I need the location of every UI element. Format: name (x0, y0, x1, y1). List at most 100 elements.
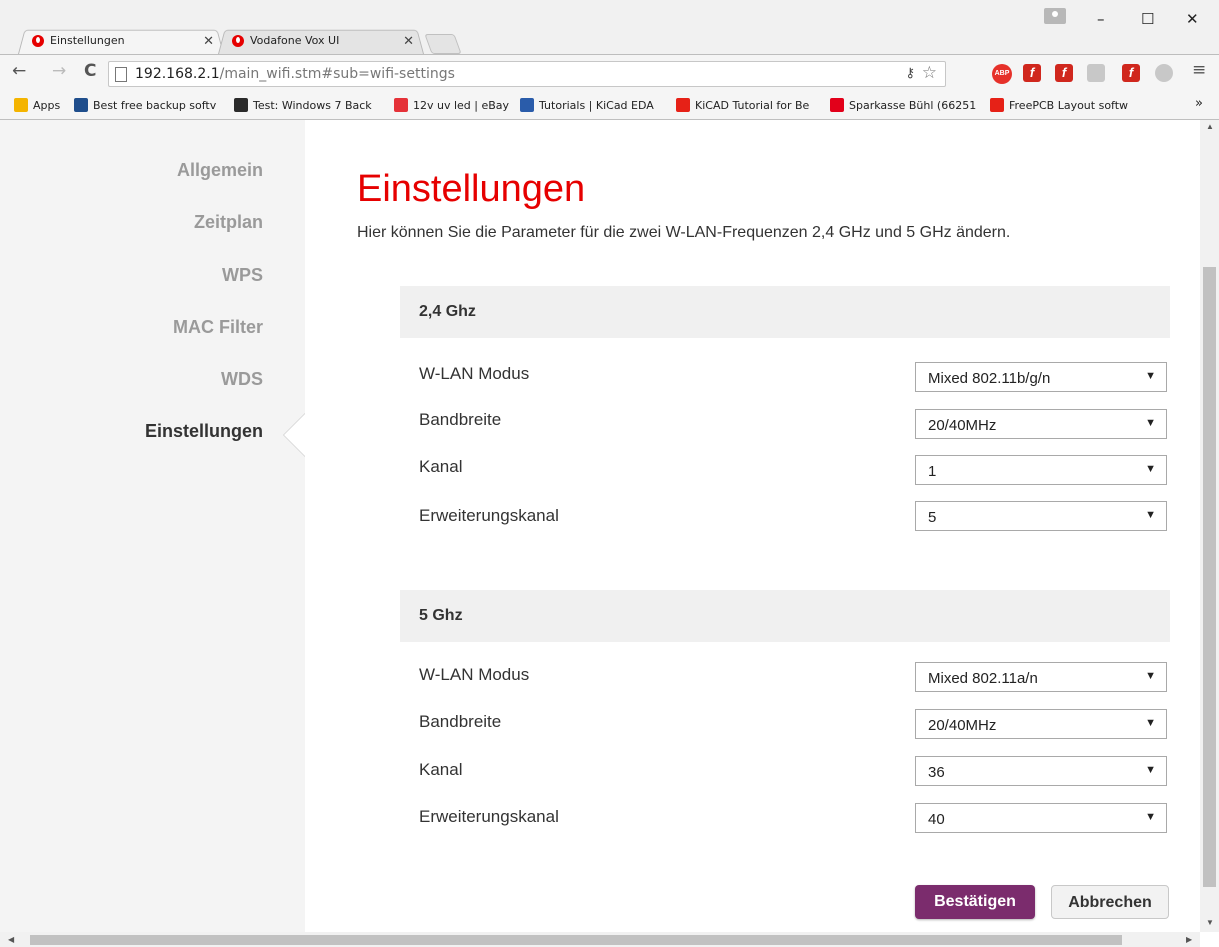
select-value: Mixed 802.11b/g/n (928, 370, 1051, 387)
channel-select-2-4ghz[interactable]: 1 ▼ (915, 455, 1167, 485)
select-value: 36 (928, 764, 945, 781)
extension-icon[interactable] (1087, 64, 1105, 82)
sidebar-item-zeitplan[interactable]: Zeitplan (194, 212, 263, 233)
bookmarks-overflow-icon[interactable]: » (1195, 96, 1203, 111)
flash-icon[interactable]: f (1122, 64, 1140, 82)
bookmark-item[interactable]: 12v uv led | eBay (394, 98, 509, 112)
wlan-mode-label: W-LAN Modus (419, 665, 530, 684)
menu-icon[interactable]: ≡ (1192, 60, 1206, 80)
scroll-left-icon[interactable]: ◀ (8, 935, 14, 944)
tab-title: Vodafone Vox UI (250, 34, 340, 47)
channel-label: Kanal (419, 760, 463, 779)
cancel-button[interactable]: Abbrechen (1051, 885, 1169, 919)
dropdown-arrow-icon: ▼ (1145, 370, 1156, 382)
confirm-button[interactable]: Bestätigen (915, 885, 1035, 919)
key-icon[interactable]: ⚷ (905, 65, 915, 81)
address-bar[interactable]: 192.168.2.1/main_wifi.stm#sub=wifi-setti… (108, 61, 946, 87)
extension-channel-select-2-4ghz[interactable]: 5 ▼ (915, 501, 1167, 531)
bandwidth-label: Bandbreite (419, 410, 502, 429)
tab-title: Einstellungen (50, 34, 125, 47)
scrollbar-thumb[interactable] (30, 935, 1122, 945)
vertical-scrollbar[interactable]: ▲ ▼ (1200, 120, 1219, 932)
bookmark-item[interactable]: Sparkasse Bühl (66251 (830, 98, 976, 112)
page-description: Hier können Sie die Parameter für die zw… (357, 224, 1011, 241)
flash-icon[interactable]: f (1023, 64, 1041, 82)
tab-vodafone-vox-ui[interactable]: Vodafone Vox UI ✕ (218, 28, 424, 54)
section-header-5ghz: 5 Ghz (400, 590, 1170, 642)
bookmark-item[interactable]: KiCAD Tutorial for Be (676, 98, 809, 112)
page-icon (115, 67, 127, 82)
extension-channel-select-5ghz[interactable]: 40 ▼ (915, 803, 1167, 833)
bookmark-item[interactable]: Tutorials | KiCad EDA (520, 98, 654, 112)
vodafone-favicon-icon (232, 35, 244, 47)
dropdown-arrow-icon: ▼ (1145, 509, 1156, 521)
select-value: 5 (928, 509, 937, 526)
channel-select-5ghz[interactable]: 36 ▼ (915, 756, 1167, 786)
dropdown-arrow-icon: ▼ (1145, 670, 1156, 682)
bookmarks-bar: Apps Best free backup softv Test: Window… (0, 92, 1219, 120)
tab-einstellungen[interactable]: Einstellungen ✕ (18, 28, 224, 54)
dropdown-arrow-icon: ▼ (1145, 463, 1156, 475)
wlan-mode-select-5ghz[interactable]: Mixed 802.11a/n ▼ (915, 662, 1167, 692)
extension-channel-label: Erweiterungskanal (419, 506, 559, 525)
bandwidth-label: Bandbreite (419, 712, 502, 731)
horizontal-scrollbar[interactable]: ◀ ▶ (0, 932, 1200, 947)
dropdown-arrow-icon: ▼ (1145, 764, 1156, 776)
extension-channel-label: Erweiterungskanal (419, 807, 559, 826)
tab-close-icon[interactable]: ✕ (203, 33, 214, 49)
new-tab-button[interactable] (424, 34, 462, 54)
select-value: 1 (928, 463, 937, 480)
bookmark-apps[interactable]: Apps (14, 98, 60, 112)
extension-icon[interactable] (1155, 64, 1173, 82)
select-value: Mixed 802.11a/n (928, 670, 1038, 687)
bookmark-star-icon[interactable]: ☆ (922, 63, 937, 83)
sidebar-item-wds[interactable]: WDS (221, 369, 263, 390)
bookmark-favicon-icon (520, 98, 534, 112)
bookmark-item[interactable]: Test: Windows 7 Back (234, 98, 372, 112)
minimize-button[interactable]: – (1097, 10, 1105, 28)
dropdown-arrow-icon: ▼ (1145, 717, 1156, 729)
section-title: 2,4 Ghz (419, 303, 476, 320)
section-header-2-4ghz: 2,4 Ghz (400, 286, 1170, 338)
dropdown-arrow-icon: ▼ (1145, 811, 1156, 823)
sidebar-item-wps[interactable]: WPS (222, 265, 263, 286)
scroll-right-icon[interactable]: ▶ (1186, 935, 1192, 944)
tab-strip: Einstellungen ✕ Vodafone Vox UI ✕ – ☐ ✕ (0, 0, 1219, 54)
flash-icon[interactable]: f (1055, 64, 1073, 82)
back-icon[interactable]: ← (12, 61, 26, 81)
select-value: 20/40MHz (928, 717, 997, 734)
profile-icon[interactable] (1044, 8, 1066, 24)
wlan-mode-select-2-4ghz[interactable]: Mixed 802.11b/g/n ▼ (915, 362, 1167, 392)
tab-close-icon[interactable]: ✕ (403, 33, 414, 49)
wlan-mode-label: W-LAN Modus (419, 364, 530, 383)
scroll-down-icon[interactable]: ▼ (1206, 918, 1214, 927)
dropdown-arrow-icon: ▼ (1145, 417, 1156, 429)
bookmark-item[interactable]: Best free backup softv (74, 98, 216, 112)
channel-label: Kanal (419, 457, 463, 476)
sidebar-item-einstellungen[interactable]: Einstellungen (145, 421, 263, 442)
settings-sidebar: Allgemein Zeitplan WPS MAC Filter WDS Ei… (0, 120, 305, 932)
url-host: 192.168.2.1 (135, 66, 220, 82)
bookmark-favicon-icon (74, 98, 88, 112)
active-nav-pointer (283, 413, 305, 457)
browser-toolbar: ← → C 192.168.2.1/main_wifi.stm#sub=wifi… (0, 54, 1219, 93)
sidebar-item-mac-filter[interactable]: MAC Filter (173, 317, 263, 338)
forward-icon[interactable]: → (52, 61, 66, 81)
reload-icon[interactable]: C (84, 61, 96, 81)
youtube-icon (990, 98, 1004, 112)
scrollbar-thumb[interactable] (1203, 267, 1216, 887)
adblock-plus-icon[interactable]: ABP (992, 64, 1012, 84)
scroll-up-icon[interactable]: ▲ (1206, 122, 1214, 131)
bandwidth-select-2-4ghz[interactable]: 20/40MHz ▼ (915, 409, 1167, 439)
bookmark-favicon-icon (234, 98, 248, 112)
sidebar-item-allgemein[interactable]: Allgemein (177, 160, 263, 181)
select-value: 20/40MHz (928, 417, 997, 434)
youtube-icon (676, 98, 690, 112)
close-window-button[interactable]: ✕ (1186, 10, 1199, 28)
bandwidth-select-5ghz[interactable]: 20/40MHz ▼ (915, 709, 1167, 739)
apps-grid-icon (14, 98, 28, 112)
bookmark-item[interactable]: FreePCB Layout softw (990, 98, 1128, 112)
main-content: Einstellungen Hier können Sie die Parame… (305, 120, 1200, 932)
maximize-button[interactable]: ☐ (1141, 10, 1154, 28)
section-title: 5 Ghz (419, 607, 463, 624)
